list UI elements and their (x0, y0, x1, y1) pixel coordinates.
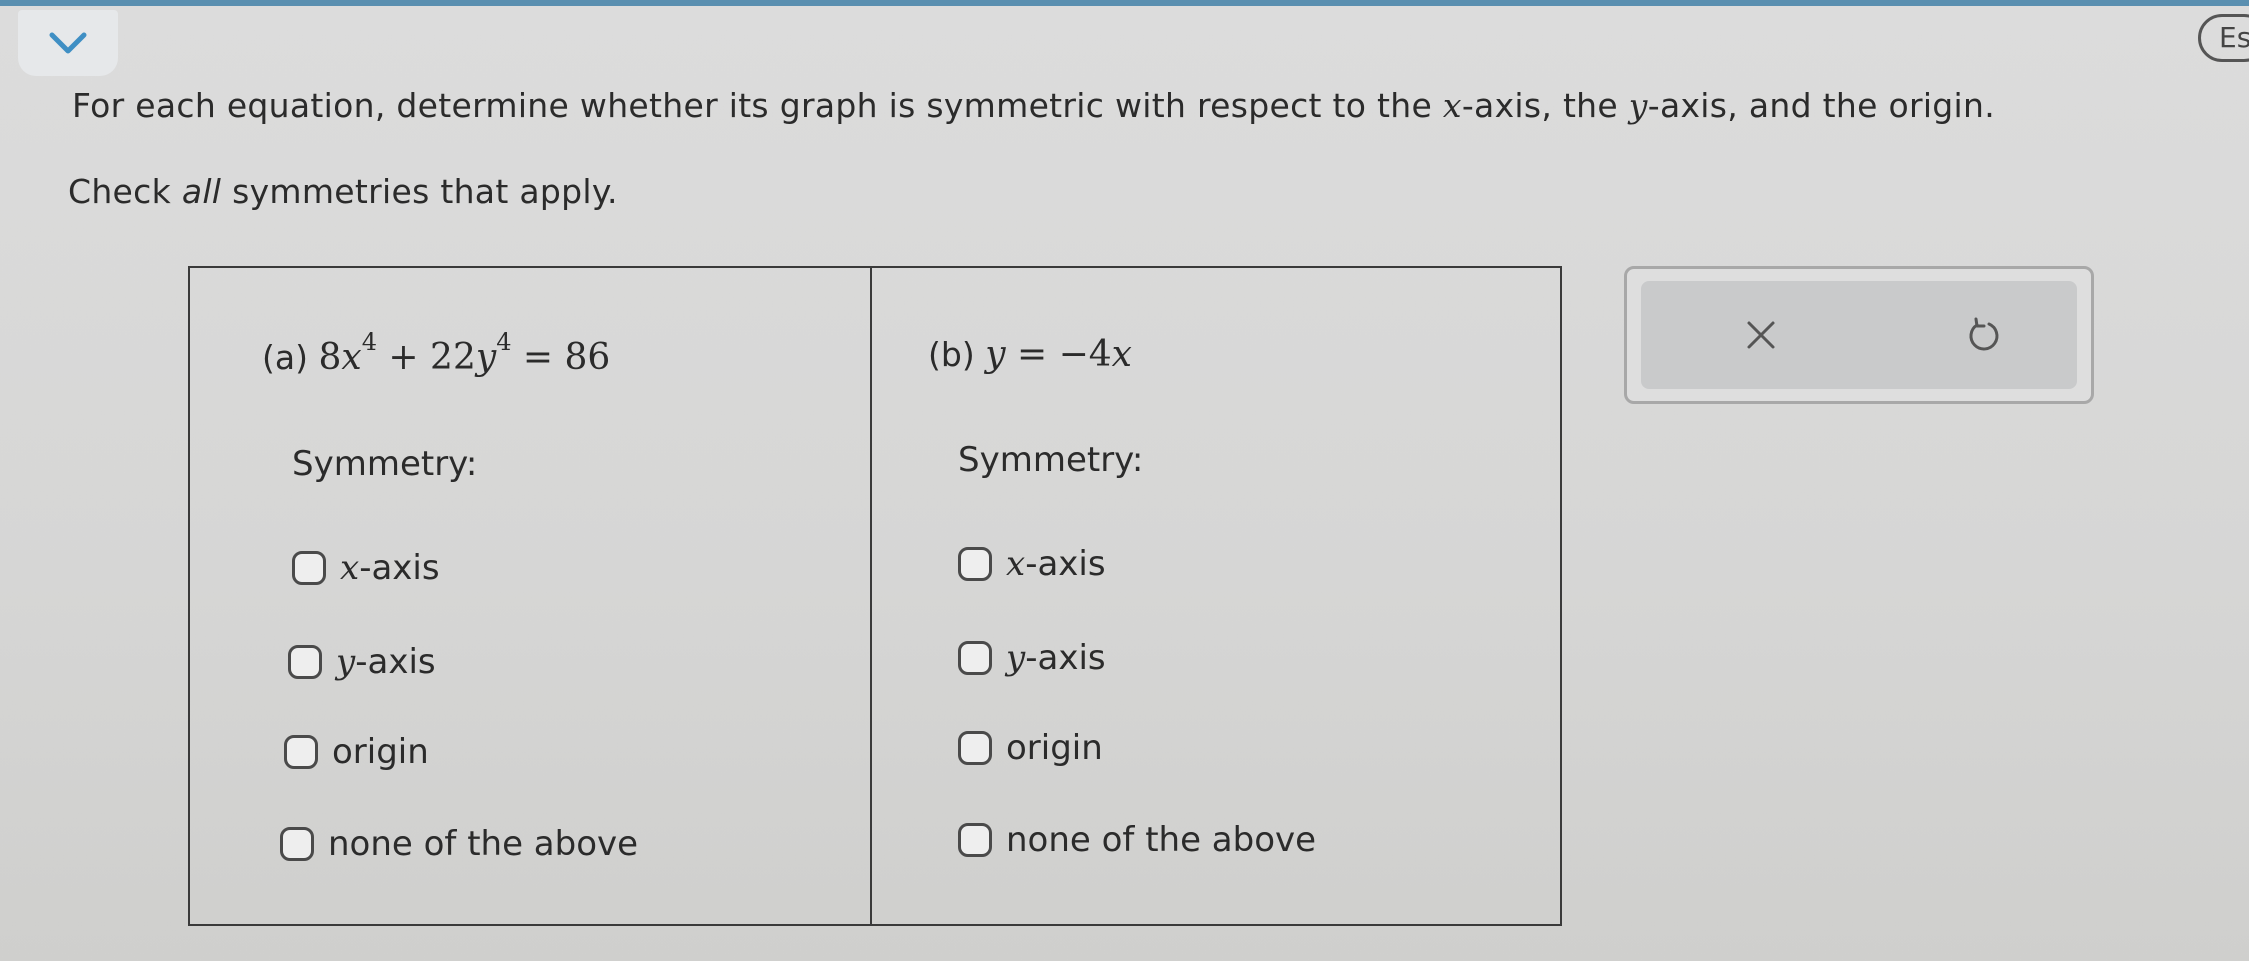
part-b-equation: (b) y = −4x (928, 334, 1132, 375)
eq-b-v1: y (985, 334, 1006, 375)
option-text: none of the above (1006, 820, 1317, 860)
option-text: -axis (1025, 638, 1106, 678)
part-a-label: (a) (262, 338, 308, 377)
undo-button[interactable] (1955, 307, 2011, 363)
instruction-post: symmetries that apply. (221, 172, 618, 211)
eq-a-t3: = 86 (511, 337, 611, 378)
part-a-option-none[interactable]: none of the above (280, 824, 638, 864)
chevron-down-icon (49, 32, 87, 54)
instruction-emphasis: all (181, 172, 222, 211)
option-text: -axis (355, 642, 436, 682)
eq-b-v2: x (1111, 334, 1132, 375)
option-text: origin (1006, 728, 1103, 768)
checkbox[interactable] (288, 645, 322, 679)
part-a-equation: (a) 8x4 + 22y4 = 86 (262, 328, 611, 378)
part-a-symmetry-label: Symmetry: (292, 444, 478, 484)
question-mid1: -axis, the (1461, 86, 1629, 125)
checkbox[interactable] (292, 551, 326, 585)
option-var: x (340, 548, 360, 588)
eq-a-e1: 4 (361, 328, 377, 356)
option-var: y (336, 642, 356, 682)
checkbox[interactable] (284, 735, 318, 769)
question-x-var: x (1442, 86, 1462, 125)
top-accent-strip (0, 0, 2249, 6)
question-prefix: For each equation, determine whether its… (72, 86, 1443, 125)
part-a-option-x-axis[interactable]: x -axis (292, 548, 440, 588)
column-divider (870, 266, 872, 926)
part-a-option-y-axis[interactable]: y -axis (288, 642, 436, 682)
eq-a-t1: 8 (318, 337, 342, 378)
question-mid2: -axis, and the origin. (1647, 86, 1996, 125)
option-text: none of the above (328, 824, 639, 864)
eq-a-v1: x (341, 337, 362, 378)
checkbox[interactable] (958, 547, 992, 581)
part-b-option-x-axis[interactable]: x -axis (958, 544, 1106, 584)
close-icon (1747, 321, 1775, 349)
answer-grid: (a) 8x4 + 22y4 = 86 Symmetry: x -axis y -a… (188, 266, 1562, 926)
part-b-option-origin[interactable]: origin (958, 728, 1103, 768)
checkbox[interactable] (280, 827, 314, 861)
option-text: -axis (359, 548, 440, 588)
clear-button[interactable] (1733, 307, 1789, 363)
language-toggle[interactable]: Es (2198, 14, 2249, 62)
checkbox[interactable] (958, 731, 992, 765)
part-b-option-none[interactable]: none of the above (958, 820, 1316, 860)
part-a-option-origin[interactable]: origin (284, 732, 429, 772)
instruction-pre: Check (68, 172, 182, 211)
collapse-button[interactable] (18, 10, 118, 76)
eq-b-t1: = −4 (1005, 334, 1112, 375)
answer-tools-bar (1641, 281, 2077, 389)
option-var: y (1006, 638, 1026, 678)
part-b-option-y-axis[interactable]: y -axis (958, 638, 1106, 678)
checkbox[interactable] (958, 641, 992, 675)
answer-tools-panel (1624, 266, 2094, 404)
question-y-var: y (1628, 86, 1648, 125)
question-text: For each equation, determine whether its… (72, 86, 1995, 125)
option-var: x (1006, 544, 1026, 584)
option-text: origin (332, 732, 429, 772)
eq-a-e2: 4 (496, 328, 512, 356)
part-b-symmetry-label: Symmetry: (958, 440, 1144, 480)
eq-a-v2: y (475, 337, 497, 378)
option-text: -axis (1025, 544, 1106, 584)
checkbox[interactable] (958, 823, 992, 857)
undo-icon (1969, 317, 1999, 351)
eq-a-t2: + 22 (376, 337, 476, 378)
instruction-text: Check all symmetries that apply. (68, 172, 618, 211)
part-b-label: (b) (928, 335, 975, 374)
